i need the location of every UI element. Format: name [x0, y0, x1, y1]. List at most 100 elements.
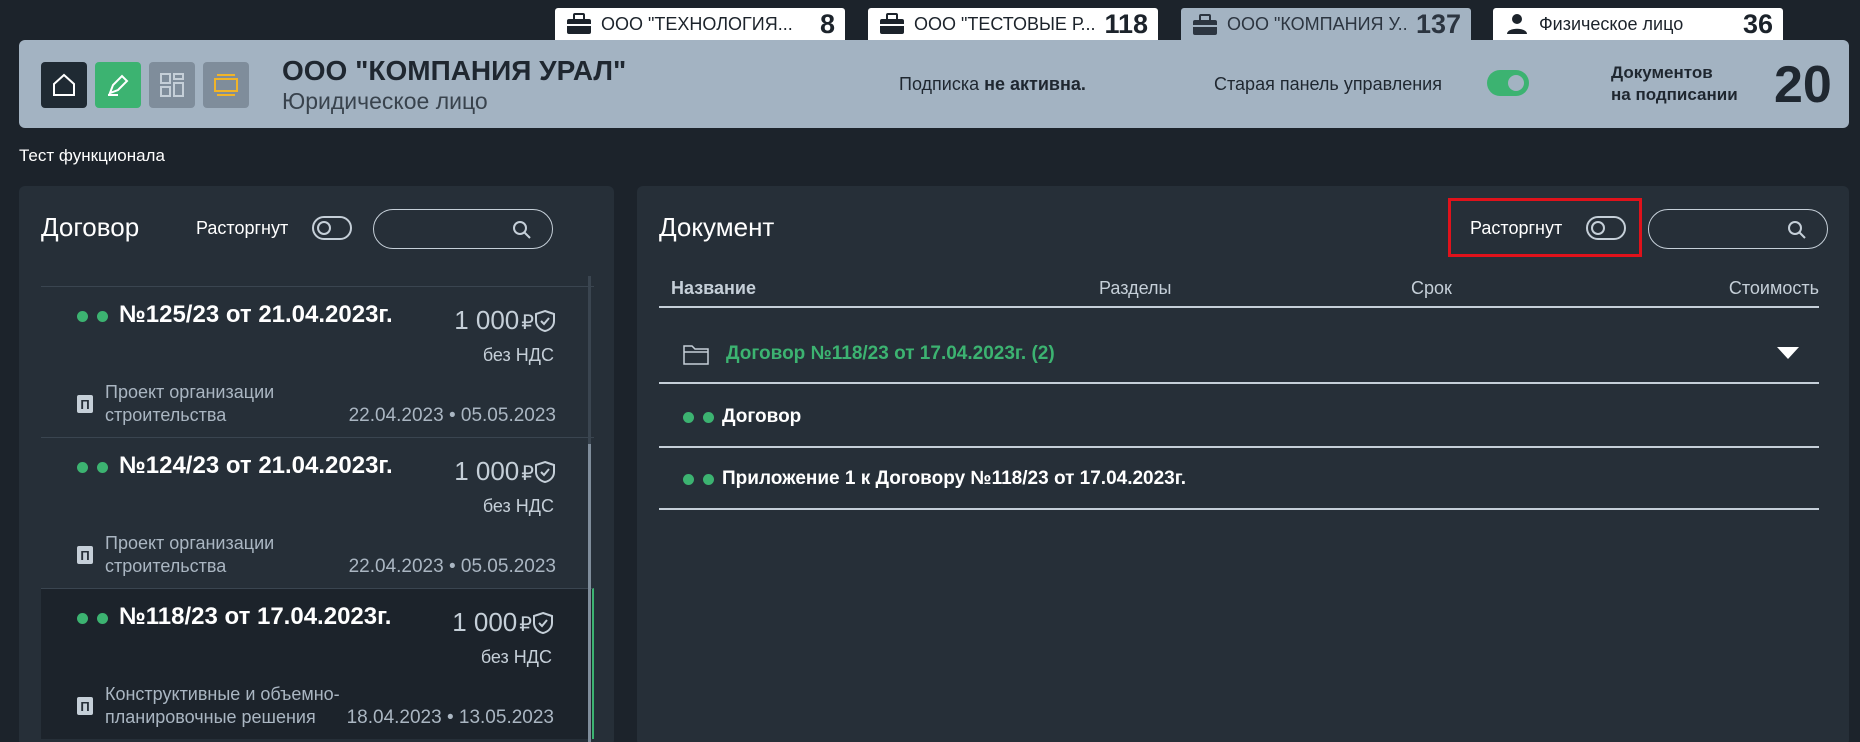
contracts-scrollbar-thumb[interactable]	[588, 444, 591, 742]
pen-icon	[108, 74, 129, 96]
contracts-title: Договор	[41, 212, 140, 242]
company-tab-technology[interactable]: ООО "ТЕХНОЛОГИЯ... 8	[555, 8, 845, 40]
terminated-label: Расторгнут	[196, 218, 289, 238]
section-badge: П	[77, 697, 93, 715]
status-dots	[77, 462, 108, 473]
contract-vat: без НДС	[480, 647, 552, 667]
contract-dates: 22.04.2023 • 05.05.2023	[348, 556, 556, 577]
contract-number: №125/23 от 21.04.2023г.	[119, 301, 393, 328]
docs-label-line1: Документов	[1611, 63, 1713, 82]
company-tab-individual[interactable]: Физическое лицо 36	[1493, 8, 1783, 40]
company-type: Юридическое лицо	[282, 88, 488, 114]
docs-on-signing-count: 20	[1774, 56, 1832, 114]
contract-item-selected[interactable]: №118/23 от 17.04.2023г. 1 000 ₽ без НДС П…	[41, 588, 594, 739]
contract-item[interactable]: №125/23 от 21.04.2023г. 1 000 ₽ без НДС П…	[41, 286, 594, 437]
company-tab-test[interactable]: ООО "ТЕСТОВЫЕ Р... 118	[868, 8, 1158, 40]
amount-value: 1 000	[454, 305, 520, 335]
tab-count: 137	[1415, 9, 1461, 39]
status-dots	[683, 412, 714, 423]
tab-count: 8	[819, 8, 835, 39]
currency: ₽	[521, 312, 534, 334]
documents-button[interactable]	[203, 62, 249, 108]
contract-amount: 1 000 ₽	[452, 607, 532, 638]
company-name: ООО "КОМПАНИЯ УРАЛ"	[282, 55, 627, 86]
documents-search-input[interactable]	[1663, 218, 1773, 240]
contract-dates: 22.04.2023 • 05.05.2023	[348, 405, 556, 426]
status-dots	[77, 311, 108, 322]
subscription-status: Подписка не активна.	[899, 74, 1086, 95]
status-dots	[77, 613, 108, 624]
contract-number: №124/23 от 21.04.2023г.	[119, 452, 393, 479]
folder-label: Договор №118/23 от 17.04.2023г. (2)	[726, 343, 1055, 364]
dashboard-button[interactable]	[149, 62, 195, 108]
contract-dates: 18.04.2023 • 13.05.2023	[346, 707, 554, 728]
currency: ₽	[521, 463, 534, 485]
contracts-search-input[interactable]	[388, 218, 498, 240]
amount-value: 1 000	[454, 456, 520, 486]
folder-row[interactable]: Договор №118/23 от 17.04.2023г. (2)	[659, 321, 1819, 384]
tab-label: ООО "ТЕХНОЛОГИЯ...	[601, 13, 793, 34]
docs-label-line2: на подписании	[1611, 85, 1738, 104]
shield-icon	[535, 309, 555, 333]
column-term[interactable]: Срок	[1411, 278, 1452, 299]
grid-icon	[160, 73, 184, 97]
person-icon	[1503, 12, 1531, 36]
briefcase-icon	[878, 12, 906, 36]
terminated-label: Расторгнут	[1470, 218, 1563, 238]
home-button[interactable]	[41, 62, 87, 108]
document-label: Договор	[722, 406, 802, 427]
terminated-toggle[interactable]	[312, 216, 352, 240]
folder-icon	[683, 345, 709, 365]
tab-count: 36	[1742, 8, 1773, 39]
contract-vat: без НДС	[482, 345, 554, 365]
test-label: Тест функционала	[19, 146, 165, 165]
column-sections[interactable]: Разделы	[1099, 278, 1171, 299]
old-panel-label: Старая панель управления	[1214, 74, 1442, 94]
old-panel-toggle[interactable]	[1487, 70, 1529, 96]
contracts-panel: Договор Расторгнут №125/23 от 21.04.2023…	[19, 186, 614, 742]
contract-number: №118/23 от 17.04.2023г.	[119, 603, 392, 630]
documents-table-header: Название Разделы Срок Стоимость	[659, 278, 1819, 308]
amount-value: 1 000	[452, 607, 518, 637]
contract-amount: 1 000 ₽	[454, 305, 534, 336]
tab-label: ООО "ТЕСТОВЫЕ Р...	[914, 13, 1096, 34]
column-name[interactable]: Название	[671, 278, 756, 299]
contract-item[interactable]: №124/23 от 21.04.2023г. 1 000 ₽ без НДС П…	[41, 437, 594, 588]
caret-down-icon[interactable]	[1777, 347, 1799, 359]
documents-panel: Документ Расторгнут Название Разделы Сро…	[637, 186, 1849, 742]
document-row[interactable]: Приложение 1 к Договору №118/23 от 17.04…	[659, 448, 1819, 510]
tab-label: ООО "КОМПАНИЯ У...	[1227, 14, 1408, 34]
contract-description: Конструктивные и объемно-планировочные р…	[105, 684, 340, 727]
subscription-value: не активна.	[984, 74, 1086, 94]
search-icon	[513, 221, 531, 239]
tab-label: Физическое лицо	[1539, 13, 1684, 34]
column-cost[interactable]: Стоимость	[1729, 278, 1819, 299]
section-badge: П	[77, 546, 93, 564]
contract-amount: 1 000 ₽	[454, 456, 534, 487]
briefcase-icon	[565, 12, 593, 36]
terminated-toggle[interactable]	[1586, 216, 1626, 240]
shield-icon	[535, 460, 555, 484]
shield-icon	[533, 611, 553, 635]
currency: ₽	[519, 614, 532, 636]
status-dots	[683, 474, 714, 485]
briefcase-icon	[1191, 13, 1219, 37]
contract-description: Проект организации строительства	[105, 382, 275, 425]
documents-search[interactable]	[1648, 209, 1828, 249]
contracts-search[interactable]	[373, 209, 553, 249]
document-row[interactable]: Договор	[659, 386, 1819, 448]
home-icon	[53, 73, 75, 96]
section-badge: П	[77, 395, 93, 413]
layers-icon	[214, 74, 238, 96]
contracts-list: №125/23 от 21.04.2023г. 1 000 ₽ без НДС П…	[41, 286, 594, 739]
search-icon	[1788, 221, 1806, 239]
documents-title: Документ	[659, 212, 775, 242]
company-tab-ural[interactable]: ООО "КОМПАНИЯ У... 137	[1181, 8, 1471, 41]
document-label: Приложение 1 к Договору №118/23 от 17.04…	[722, 468, 1187, 489]
tab-count: 118	[1104, 8, 1148, 39]
sign-button[interactable]	[95, 62, 141, 108]
company-header: ООО "КОМПАНИЯ УРАЛ" Юридическое лицо Под…	[19, 40, 1849, 128]
subscription-prefix: Подписка	[899, 74, 985, 94]
contract-vat: без НДС	[482, 496, 554, 516]
contract-description: Проект организации строительства	[105, 533, 275, 576]
